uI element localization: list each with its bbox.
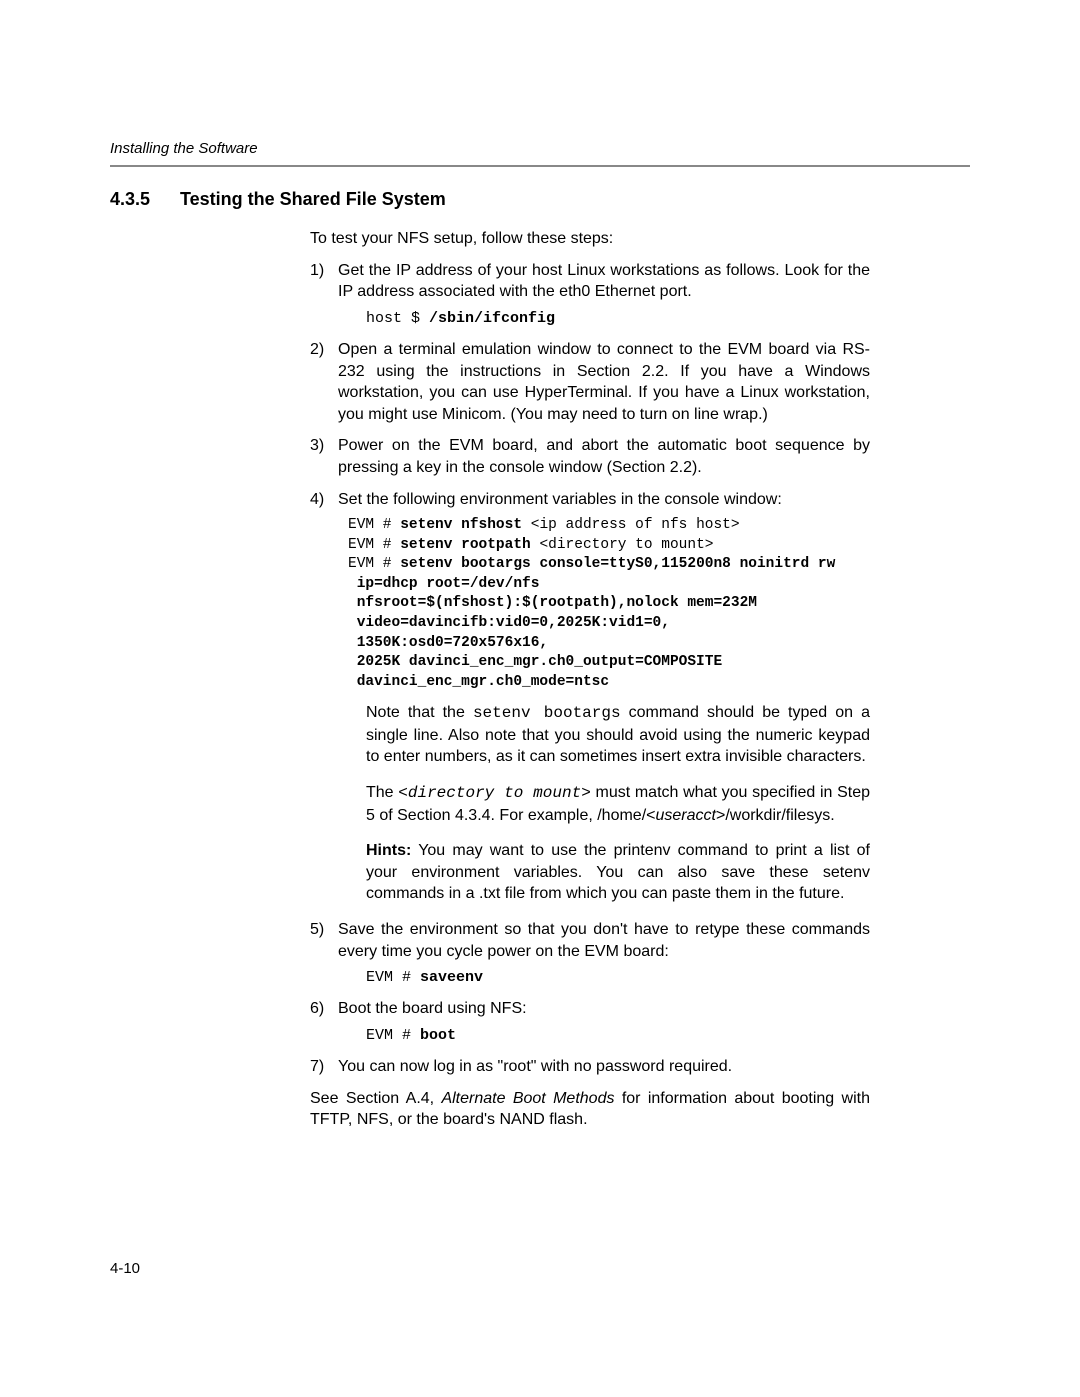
code-cmd: 2025K davinci_enc_mgr.ch0_output=COMPOSI…: [348, 654, 722, 670]
note2-code: <directory to mount>: [398, 784, 591, 802]
header-rule: [110, 165, 970, 167]
code-command: saveenv: [420, 969, 483, 986]
page: Installing the Software 4.3.5 Testing th…: [0, 0, 1080, 1397]
code-cmd: setenv nfshost: [400, 517, 531, 533]
step-5: Save the environment so that you don't h…: [310, 919, 870, 988]
code-prompt: EVM #: [366, 1027, 420, 1044]
closing-ref-title: Alternate Boot Methods: [441, 1090, 614, 1107]
step-2: Open a terminal emulation window to conn…: [310, 339, 870, 425]
closing-a: See Section A.4,: [310, 1090, 441, 1107]
hints-text: You may want to use the printenv command…: [366, 842, 870, 902]
step-2-text: Open a terminal emulation window to conn…: [338, 341, 870, 423]
step-1: Get the IP address of your host Linux wo…: [310, 260, 870, 329]
code-command: /sbin/ifconfig: [429, 310, 555, 327]
code-cmd: ip=dhcp root=/dev/nfs: [348, 576, 539, 592]
step-1-text: Get the IP address of your host Linux wo…: [338, 262, 870, 301]
page-number: 4-10: [110, 1260, 140, 1277]
step-4-note-2: The <directory to mount> must match what…: [366, 782, 870, 826]
code-prompt: EVM #: [348, 517, 400, 533]
code-arg: <directory to mount>: [539, 537, 713, 553]
step-6: Boot the board using NFS: EVM # boot: [310, 998, 870, 1046]
code-prompt: EVM #: [366, 969, 420, 986]
step-7-text: You can now log in as "root" with no pas…: [338, 1058, 732, 1075]
section-number: 4.3.5: [110, 189, 180, 210]
closing-paragraph: See Section A.4, Alternate Boot Methods …: [310, 1088, 870, 1131]
step-7: You can now log in as "root" with no pas…: [310, 1056, 870, 1078]
body-column: To test your NFS setup, follow these ste…: [310, 228, 870, 1131]
step-6-code: EVM # boot: [366, 1026, 870, 1046]
note2-e: >/workdir/filesys.: [716, 807, 835, 824]
note2-a: The: [366, 784, 398, 801]
code-prompt: EVM #: [348, 537, 400, 553]
step-4: Set the following environment variables …: [310, 489, 870, 905]
steps-list: Get the IP address of your host Linux wo…: [310, 260, 870, 1078]
intro-paragraph: To test your NFS setup, follow these ste…: [310, 228, 870, 250]
code-cmd: 1350K:osd0=720x576x16,: [348, 635, 548, 651]
step-5-code: EVM # saveenv: [366, 968, 870, 988]
step-3-text: Power on the EVM board, and abort the au…: [338, 437, 870, 476]
step-4-code: EVM # setenv nfshost <ip address of nfs …: [348, 516, 870, 692]
code-prompt: host $: [366, 310, 429, 327]
code-command: boot: [420, 1027, 456, 1044]
section-title: Testing the Shared File System: [180, 189, 446, 210]
running-header: Installing the Software: [110, 140, 970, 165]
code-cmd: setenv rootpath: [400, 537, 539, 553]
step-4-note-1: Note that the setenv bootargs command sh…: [366, 702, 870, 768]
note2-useracct: useracct: [656, 807, 716, 824]
code-cmd: davinci_enc_mgr.ch0_mode=ntsc: [348, 674, 609, 690]
step-1-code: host $ /sbin/ifconfig: [366, 309, 870, 329]
code-cmd: setenv bootargs console=ttyS0,115200n8 n…: [400, 556, 835, 572]
code-cmd: nfsroot=$(nfshost):$(rootpath),nolock me…: [348, 595, 757, 611]
section-heading: 4.3.5 Testing the Shared File System: [110, 189, 970, 210]
step-5-text: Save the environment so that you don't h…: [338, 921, 870, 960]
code-cmd: video=davincifb:vid0=0,2025K:vid1=0,: [348, 615, 670, 631]
step-4-text: Set the following environment variables …: [338, 491, 782, 508]
hints-label: Hints:: [366, 842, 411, 859]
step-6-text: Boot the board using NFS:: [338, 1000, 527, 1017]
note1-a: Note that the: [366, 704, 473, 721]
code-arg: <ip address of nfs host>: [531, 517, 740, 533]
note1-code: setenv bootargs: [473, 704, 621, 722]
step-3: Power on the EVM board, and abort the au…: [310, 435, 870, 478]
code-prompt: EVM #: [348, 556, 400, 572]
step-4-hints: Hints: You may want to use the printenv …: [366, 840, 870, 905]
